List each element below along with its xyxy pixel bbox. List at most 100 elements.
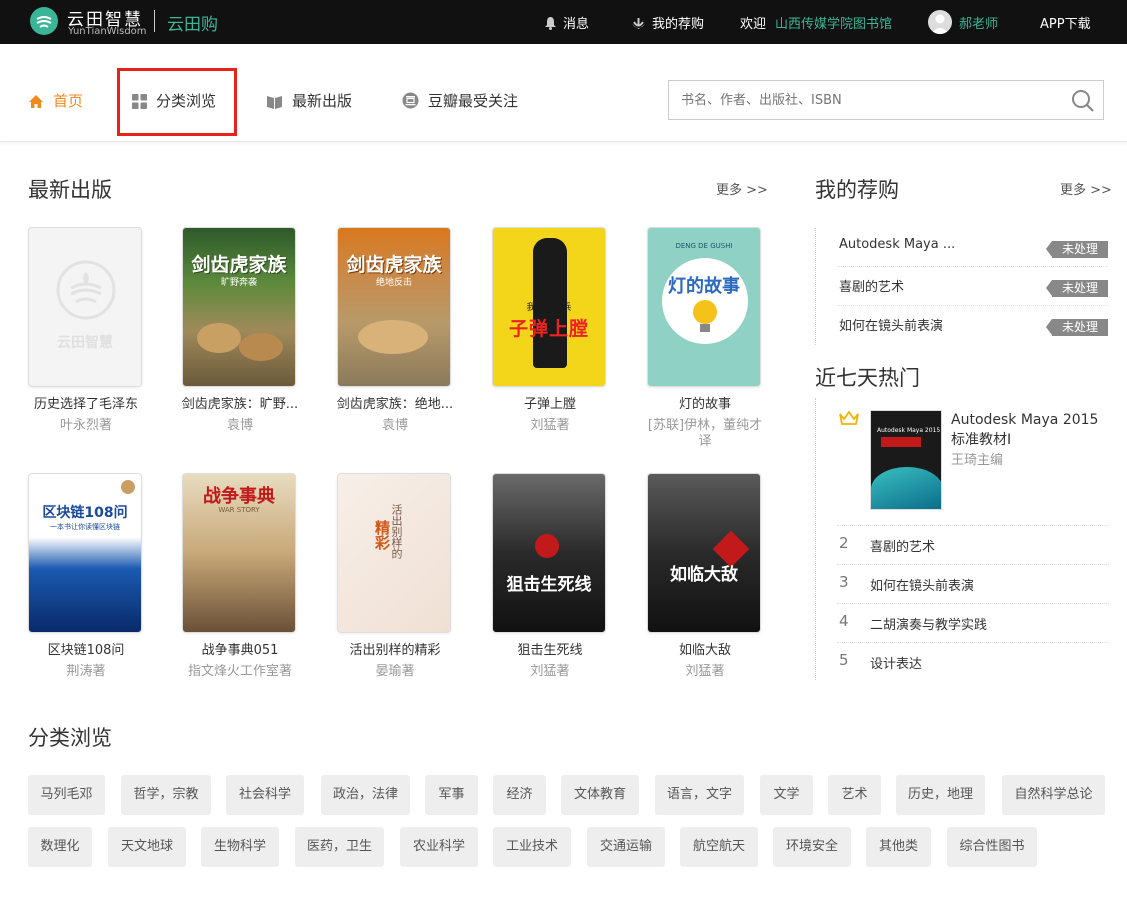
category-tag[interactable]: 马列毛邓 xyxy=(28,775,105,815)
cover-subtitle: WAR STORY xyxy=(218,506,260,514)
hot-top-title[interactable]: Autodesk Maya 2015标准教材I xyxy=(951,410,1101,450)
book-cover[interactable]: 狙击生死线 xyxy=(492,473,606,633)
list-item[interactable]: 5 设计表达 xyxy=(837,642,1109,681)
book-cover[interactable]: DENG DE GUSHI 灯的故事 xyxy=(647,227,761,387)
my-recommend-label: 我的荐购 xyxy=(652,17,705,32)
bell-icon xyxy=(544,16,557,34)
nav-douban-label: 豆瓣最受关注 xyxy=(428,92,519,110)
category-tag[interactable]: 军事 xyxy=(425,775,478,815)
category-tag[interactable]: 语言，文字 xyxy=(655,775,744,815)
hot-item-title[interactable]: 喜剧的艺术 xyxy=(870,536,935,555)
status-badge: 未处理 xyxy=(1046,241,1108,258)
book-title[interactable]: 如临大敌 xyxy=(637,639,773,658)
rank-number: 2 xyxy=(839,534,849,552)
recommend-title: 我的荐购 xyxy=(815,178,899,202)
book-author: 袁博 xyxy=(381,418,408,433)
category-tag[interactable]: 医药，卫生 xyxy=(295,827,384,867)
nav-latest-label: 最新出版 xyxy=(292,92,353,110)
rank-number: 5 xyxy=(839,651,849,669)
category-title: 分类浏览 xyxy=(28,726,112,750)
category-tag[interactable]: 其他类 xyxy=(866,827,931,867)
book-cover[interactable]: 剑齿虎家族 旷野奔袭 xyxy=(182,227,296,387)
search-icon[interactable] xyxy=(1071,89,1095,113)
book-cover[interactable]: 活出别样的 精彩 xyxy=(337,473,451,633)
home-icon xyxy=(28,94,44,113)
book-author: 荆涛著 xyxy=(66,664,106,679)
list-item[interactable]: 4 二胡演奏与教学实践 xyxy=(837,603,1109,642)
library-name[interactable]: 山西传媒学院图书馆 xyxy=(775,13,892,32)
book-cover[interactable]: 战争事典 WAR STORY xyxy=(182,473,296,633)
target-icon xyxy=(535,534,559,558)
category-tag[interactable]: 文学 xyxy=(760,775,813,815)
category-tag[interactable]: 文体教育 xyxy=(561,775,639,815)
nav-home[interactable]: 首页 xyxy=(28,90,83,113)
hot-item-title[interactable]: 如何在镜头前表演 xyxy=(870,575,974,594)
book-title[interactable]: 活出别样的精彩 xyxy=(327,639,463,658)
cover-text: Autodesk Maya 2015 xyxy=(877,427,941,434)
book-author: 叶永烈著 xyxy=(59,418,112,433)
my-recommend-link[interactable]: 我的荐购 xyxy=(631,13,704,34)
book-cover[interactable]: 区块链108问 一本书让你读懂区块链 xyxy=(28,473,142,633)
book-cover[interactable]: 云田智慧 xyxy=(28,227,142,387)
category-tag[interactable]: 天文地球 xyxy=(108,827,186,867)
cover-text: 战争事典 xyxy=(203,486,275,507)
book-title[interactable]: 灯的故事 xyxy=(637,393,773,412)
book-author: 指文烽火工作室著 xyxy=(187,664,292,679)
category-tag[interactable]: 数理化 xyxy=(28,827,92,867)
book-title[interactable]: 剑齿虎家族：绝地... xyxy=(327,393,463,412)
cover-text: 子弹上膛 xyxy=(508,318,589,340)
category-tag[interactable]: 经济 xyxy=(493,775,546,815)
category-tag[interactable]: 政治，法律 xyxy=(321,775,410,815)
logo-icon[interactable] xyxy=(30,7,58,35)
book-cover[interactable]: 如临大敌 xyxy=(647,473,761,633)
list-item[interactable]: 如何在镜头前表演 未处理 xyxy=(837,306,1108,345)
hot-item-title[interactable]: 二胡演奏与教学实践 xyxy=(870,614,987,633)
cover-subtitle: DENG DE GUSHI xyxy=(675,242,733,250)
list-item[interactable]: 2 喜剧的艺术 xyxy=(837,525,1109,564)
nav-douban[interactable]: 豆瓣最受关注 xyxy=(402,90,518,113)
status-badge: 未处理 xyxy=(1046,280,1108,297)
list-item[interactable]: 喜剧的艺术 未处理 xyxy=(837,267,1108,306)
messages-label: 消息 xyxy=(563,17,590,32)
book-title[interactable]: 战争事典051 xyxy=(172,639,308,658)
book-cover[interactable]: 我是特种兵 子弹上膛 xyxy=(492,227,606,387)
tiger-shape xyxy=(239,333,283,361)
crown-icon xyxy=(838,410,860,430)
category-tag[interactable]: 工业技术 xyxy=(493,827,571,867)
recommend-more-link[interactable]: 更多 >> xyxy=(1060,179,1112,198)
list-item[interactable]: 3 如何在镜头前表演 xyxy=(837,564,1109,603)
category-tag[interactable]: 综合性图书 xyxy=(947,827,1037,867)
search-input[interactable] xyxy=(681,90,1061,110)
recommend-item-title[interactable]: 如何在镜头前表演 xyxy=(839,315,943,334)
category-tag[interactable]: 历史，地理 xyxy=(896,775,985,815)
rank-number: 4 xyxy=(839,612,849,630)
category-tag[interactable]: 环境安全 xyxy=(773,827,851,867)
nav-category-highlight xyxy=(117,68,237,136)
recommend-item-title[interactable]: Autodesk Maya ... xyxy=(839,237,955,252)
avatar[interactable] xyxy=(928,10,952,34)
category-tag[interactable]: 交通运输 xyxy=(587,827,665,867)
messages-link[interactable]: 消息 xyxy=(544,13,589,34)
app-name[interactable]: 云田购 xyxy=(167,10,218,35)
recommend-item-title[interactable]: 喜剧的艺术 xyxy=(839,276,904,295)
category-tag[interactable]: 自然科学总论 xyxy=(1002,775,1105,815)
category-tag[interactable]: 航空航天 xyxy=(680,827,758,867)
category-tag[interactable]: 哲学，宗教 xyxy=(121,775,211,815)
book-title[interactable]: 历史选择了毛泽东 xyxy=(18,393,154,412)
app-download-link[interactable]: APP下载 xyxy=(1040,13,1091,32)
book-title[interactable]: 区块链108问 xyxy=(18,639,154,658)
username[interactable]: 郝老师 xyxy=(959,13,998,32)
nav-latest[interactable]: 最新出版 xyxy=(266,90,352,113)
book-title[interactable]: 狙击生死线 xyxy=(482,639,618,658)
latest-more-link[interactable]: 更多 >> xyxy=(716,179,768,198)
book-cover[interactable]: 剑齿虎家族 绝地反击 xyxy=(337,227,451,387)
category-tag[interactable]: 农业科学 xyxy=(400,827,478,867)
category-tag[interactable]: 生物科学 xyxy=(201,827,279,867)
category-tag[interactable]: 艺术 xyxy=(828,775,881,815)
hot-item-title[interactable]: 设计表达 xyxy=(870,653,922,672)
hot-top-cover[interactable]: Autodesk Maya 2015 xyxy=(870,410,942,510)
category-tag[interactable]: 社会科学 xyxy=(226,775,304,815)
book-title[interactable]: 子弹上膛 xyxy=(482,393,618,412)
book-title[interactable]: 剑齿虎家族：旷野... xyxy=(172,393,308,412)
list-item[interactable]: Autodesk Maya ... 未处理 xyxy=(837,228,1108,267)
